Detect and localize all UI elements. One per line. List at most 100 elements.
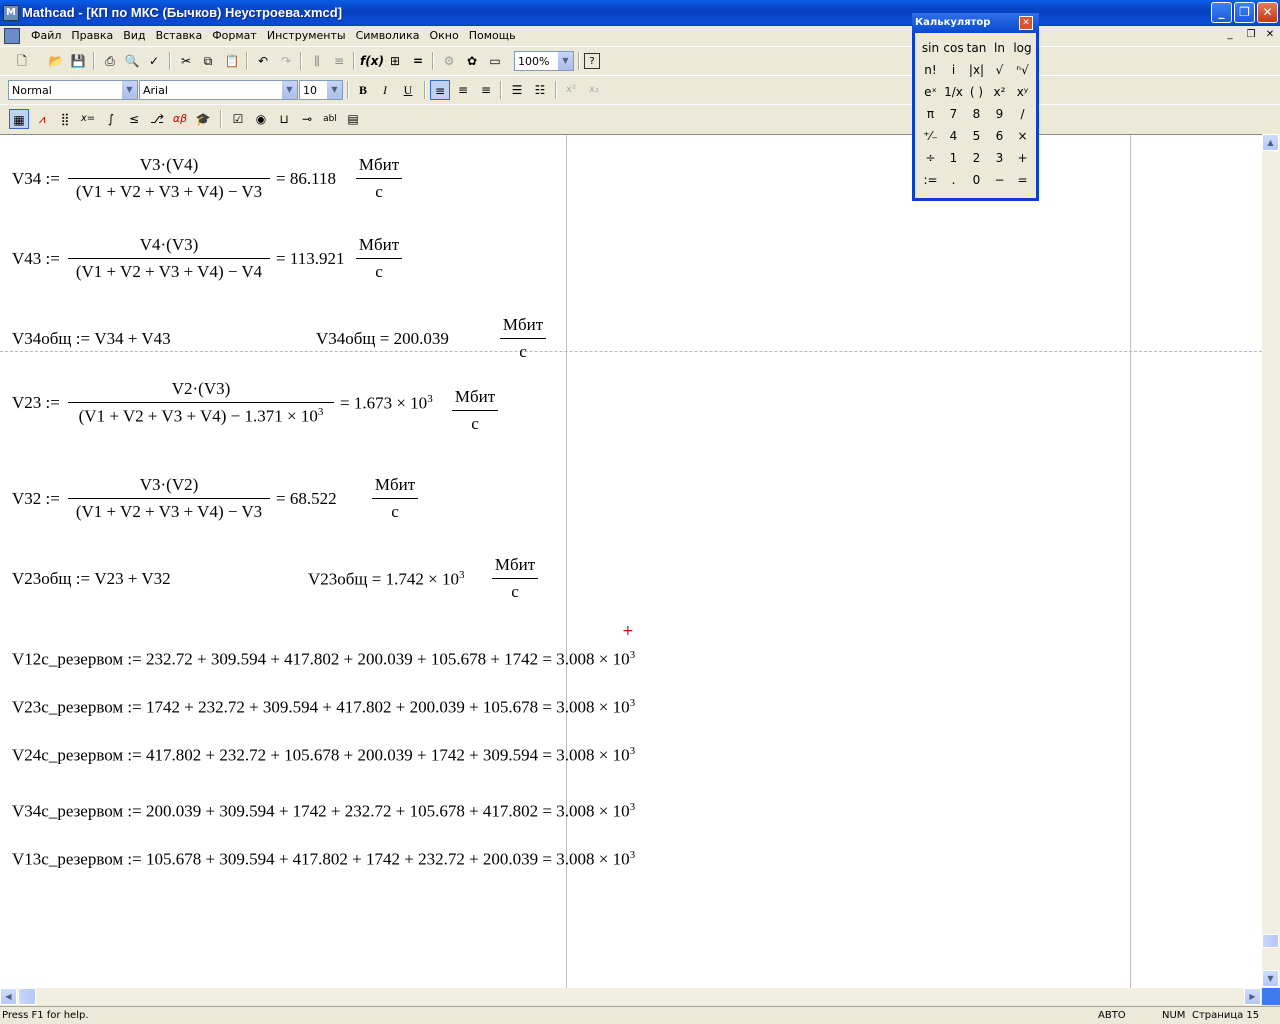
chevron-down-icon[interactable]: ▼ bbox=[326, 81, 342, 99]
align-across-icon[interactable]: ⫼ bbox=[307, 51, 327, 71]
programming-palette-icon[interactable]: ⎇ bbox=[147, 109, 167, 129]
calc-key[interactable]: sin bbox=[919, 37, 942, 59]
push-button-control-icon[interactable]: ⊔ bbox=[274, 109, 294, 129]
calc-key[interactable]: / bbox=[1011, 103, 1034, 125]
calc-key[interactable]: 9 bbox=[988, 103, 1011, 125]
doc-minimize-button[interactable]: _ bbox=[1222, 28, 1238, 42]
eq-v32-result[interactable]: = 68.522 bbox=[276, 489, 337, 509]
worksheet[interactable]: + V34 := V3·(V4) (V1 + V2 + V3 + V4) − V… bbox=[0, 134, 1262, 988]
redo-icon[interactable]: ↷ bbox=[276, 51, 296, 71]
minimize-button[interactable]: _ bbox=[1211, 2, 1232, 23]
calc-key[interactable]: eˣ bbox=[919, 81, 942, 103]
zoom-select[interactable]: 100% ▼ bbox=[514, 51, 574, 71]
spellcheck-icon[interactable]: ✓ bbox=[144, 51, 164, 71]
calculus-palette-icon[interactable]: ∫ bbox=[101, 109, 121, 129]
calc-key[interactable]: ( ) bbox=[965, 81, 988, 103]
paste-icon[interactable]: 📋 bbox=[222, 51, 242, 71]
calc-key[interactable]: . bbox=[942, 169, 965, 191]
eq-v32-fraction[interactable]: V3·(V2) (V1 + V2 + V3 + V4) − V3 bbox=[68, 475, 270, 522]
slider-control-icon[interactable]: ⊸ bbox=[297, 109, 317, 129]
checkbox-control-icon[interactable]: ☑ bbox=[228, 109, 248, 129]
boolean-palette-icon[interactable]: ≤ bbox=[124, 109, 144, 129]
calculate-icon[interactable]: = bbox=[408, 51, 428, 71]
calc-key[interactable]: |x| bbox=[965, 59, 988, 81]
eq-v23-fraction[interactable]: V2·(V3) (V1 + V2 + V3 + V4) − 1.371 × 10… bbox=[68, 379, 334, 427]
eq-v23-total-def[interactable]: V23общ := V23 + V32 bbox=[12, 569, 171, 589]
calculator-palette-icon[interactable]: ▦ bbox=[9, 109, 29, 129]
eq-v34-total-def[interactable]: V34общ := V34 + V43 bbox=[12, 329, 171, 349]
open-icon[interactable]: 📂 bbox=[46, 51, 66, 71]
calc-key[interactable]: log bbox=[1011, 37, 1034, 59]
eq-v13-reserve[interactable]: V13с_резервом := 105.678 + 309.594 + 417… bbox=[12, 849, 635, 870]
eq-v34-total-result[interactable]: V34общ = 200.039 bbox=[316, 329, 449, 349]
bullets-icon[interactable]: ☰ bbox=[507, 80, 527, 100]
mathcad-logo-icon[interactable]: M bbox=[3, 5, 19, 21]
style-select[interactable]: Normal ▼ bbox=[8, 80, 138, 100]
align-left-icon[interactable]: ≡ bbox=[430, 80, 450, 100]
calc-key[interactable]: ⁺⁄₋ bbox=[919, 125, 942, 147]
eq-v23-reserve[interactable]: V23с_резервом := 1742 + 232.72 + 309.594… bbox=[12, 697, 635, 718]
calc-key[interactable]: n! bbox=[919, 59, 942, 81]
eq-v23-unit[interactable]: Мбит с bbox=[452, 387, 498, 434]
chevron-down-icon[interactable]: ▼ bbox=[121, 81, 137, 99]
symbolic-palette-icon[interactable]: 🎓 bbox=[193, 109, 213, 129]
print-icon[interactable]: ⎙ bbox=[100, 51, 120, 71]
calc-key[interactable]: ln bbox=[988, 37, 1011, 59]
chevron-down-icon[interactable]: ▼ bbox=[281, 81, 297, 99]
document-icon[interactable] bbox=[4, 28, 20, 44]
calc-key[interactable]: tan bbox=[965, 37, 988, 59]
menu-help[interactable]: Помощь bbox=[464, 29, 521, 42]
doc-restore-button[interactable]: ❐ bbox=[1243, 28, 1259, 42]
menu-file[interactable]: Файл bbox=[26, 29, 66, 42]
calc-key[interactable]: ÷ bbox=[919, 147, 942, 169]
listbox-control-icon[interactable]: ▤ bbox=[343, 109, 363, 129]
calc-key[interactable]: 2 bbox=[965, 147, 988, 169]
calc-key[interactable]: − bbox=[988, 169, 1011, 191]
eq-v43-unit[interactable]: Мбит с bbox=[356, 235, 402, 282]
insert-unit-icon[interactable]: ⊞ bbox=[385, 51, 405, 71]
cut-icon[interactable]: ✂ bbox=[176, 51, 196, 71]
horizontal-scroll-thumb[interactable] bbox=[18, 988, 36, 1005]
subscript-icon[interactable]: x₂ bbox=[584, 80, 604, 100]
calc-key[interactable]: i bbox=[942, 59, 965, 81]
eq-v23-result[interactable]: = 1.673 × 103 bbox=[340, 393, 433, 414]
eq-v32-unit[interactable]: Мбит с bbox=[372, 475, 418, 522]
eq-v34-lhs[interactable]: V34 := bbox=[12, 169, 60, 189]
calc-key[interactable]: 5 bbox=[965, 125, 988, 147]
maximize-button[interactable]: ❐ bbox=[1234, 2, 1255, 23]
align-center-icon[interactable]: ≡ bbox=[453, 80, 473, 100]
matrix-palette-icon[interactable]: ⣿ bbox=[55, 109, 75, 129]
menu-insert[interactable]: Вставка bbox=[151, 29, 208, 42]
font-size-select[interactable]: 10 ▼ bbox=[299, 80, 343, 100]
calc-key[interactable]: 6 bbox=[988, 125, 1011, 147]
calc-key[interactable]: 7 bbox=[942, 103, 965, 125]
chevron-down-icon[interactable]: ▼ bbox=[557, 52, 573, 70]
calc-key[interactable]: 3 bbox=[988, 147, 1011, 169]
scroll-down-icon[interactable]: ▼ bbox=[1262, 970, 1279, 987]
bold-icon[interactable]: B bbox=[353, 80, 373, 100]
underline-icon[interactable]: U bbox=[398, 80, 418, 100]
radio-control-icon[interactable]: ◉ bbox=[251, 109, 271, 129]
font-select[interactable]: Arial ▼ bbox=[139, 80, 298, 100]
calc-key[interactable]: ⁿ√ bbox=[1011, 59, 1034, 81]
calc-key[interactable]: 8 bbox=[965, 103, 988, 125]
menu-tools[interactable]: Инструменты bbox=[262, 29, 351, 42]
scroll-up-icon[interactable]: ▲ bbox=[1262, 134, 1279, 151]
print-preview-icon[interactable]: 🔍 bbox=[122, 51, 142, 71]
horizontal-scrollbar[interactable]: ◀ ▶ bbox=[0, 988, 1262, 1005]
eq-v12-reserve[interactable]: V12с_резервом := 232.72 + 309.594 + 417.… bbox=[12, 649, 635, 670]
menu-view[interactable]: Вид bbox=[118, 29, 150, 42]
insert-function-icon[interactable]: f(x) bbox=[360, 51, 384, 71]
eq-v34-unit[interactable]: Мбит с bbox=[356, 155, 402, 202]
eq-v34-reserve[interactable]: V34с_резервом := 200.039 + 309.594 + 174… bbox=[12, 801, 635, 822]
calc-key[interactable]: xʸ bbox=[1011, 81, 1034, 103]
close-icon[interactable]: ✕ bbox=[1019, 16, 1033, 30]
vertical-scrollbar[interactable]: ▲ ▼ bbox=[1262, 134, 1280, 988]
align-right-icon[interactable]: ≡ bbox=[476, 80, 496, 100]
calc-key[interactable]: = bbox=[1011, 169, 1034, 191]
eq-v23-total-unit[interactable]: Мбит с bbox=[492, 555, 538, 602]
window-icon[interactable]: ▭ bbox=[485, 51, 505, 71]
eq-v23-lhs[interactable]: V23 := bbox=[12, 393, 60, 413]
calc-key[interactable]: + bbox=[1011, 147, 1034, 169]
eq-v34-total-unit[interactable]: Мбит с bbox=[500, 315, 546, 362]
